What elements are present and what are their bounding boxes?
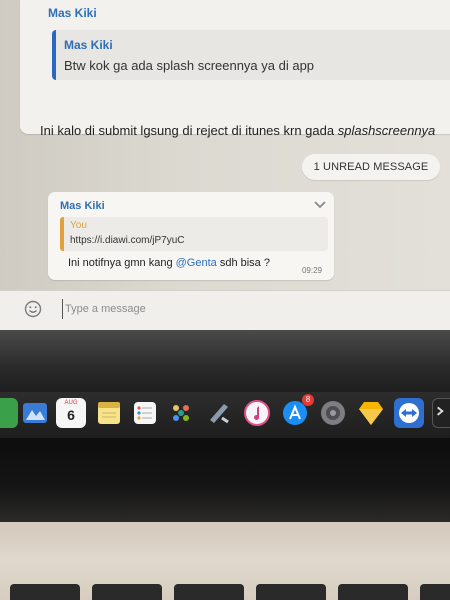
message-input[interactable] bbox=[62, 299, 402, 319]
calendar-day: 6 bbox=[67, 407, 75, 423]
message-sender[interactable]: Mas Kiki bbox=[60, 200, 105, 212]
system-preferences-icon[interactable] bbox=[318, 398, 348, 428]
message-card[interactable]: Mas Kiki You https://i.diawi.com/jP7yuC … bbox=[48, 192, 334, 280]
app-store-badge: 8 bbox=[302, 394, 314, 406]
chevron-down-icon[interactable] bbox=[312, 198, 328, 212]
xcode-icon[interactable] bbox=[204, 398, 234, 428]
keyboard-key bbox=[256, 584, 326, 600]
calendar-month: AUG bbox=[64, 400, 78, 406]
laptop-bezel bbox=[0, 438, 450, 522]
message-body-text: sdh bisa ? bbox=[216, 257, 270, 269]
unread-badge: 1 UNREAD MESSAGE bbox=[302, 154, 440, 180]
quoted-sender: You bbox=[70, 220, 87, 231]
calendar-icon[interactable]: AUG 6 bbox=[56, 398, 86, 428]
screen-bezel bbox=[0, 330, 450, 400]
quoted-sender: Mas Kiki bbox=[64, 38, 113, 52]
keyboard-key bbox=[92, 584, 162, 600]
quoted-message[interactable]: Mas Kiki Btw kok ga ada splash screennya… bbox=[52, 30, 450, 80]
terminal-icon[interactable] bbox=[432, 398, 450, 428]
dock: AUG 6 8 bbox=[0, 392, 450, 438]
image-capture-icon[interactable] bbox=[20, 398, 50, 428]
message-body: Ini kalo di submit lgsung di reject di i… bbox=[40, 123, 435, 138]
emoji-icon[interactable] bbox=[24, 300, 42, 318]
quoted-message[interactable]: You https://i.diawi.com/jP7yuC bbox=[60, 217, 328, 251]
screen: Mas Kiki Mas Kiki Btw kok ga ada splash … bbox=[0, 0, 450, 336]
keyboard-key bbox=[10, 584, 80, 600]
keyboard-key bbox=[174, 584, 244, 600]
finder-icon[interactable] bbox=[0, 398, 18, 428]
message-body-text: Ini kalo di submit lgsung di reject di i… bbox=[40, 123, 338, 138]
message-sender[interactable]: Mas Kiki bbox=[48, 6, 97, 20]
message-body-text: Ini notifnya gmn kang bbox=[68, 257, 176, 269]
keyboard-key bbox=[420, 584, 450, 600]
teamviewer-icon[interactable] bbox=[394, 398, 424, 428]
reminders-icon[interactable] bbox=[130, 398, 160, 428]
itunes-icon[interactable] bbox=[242, 398, 272, 428]
quoted-text: Btw kok ga ada splash screennya ya di ap… bbox=[64, 58, 315, 73]
notes-icon[interactable] bbox=[94, 398, 124, 428]
mention-link[interactable]: @Genta bbox=[176, 257, 217, 269]
top-message-card[interactable]: Mas Kiki Mas Kiki Btw kok ga ada splash … bbox=[20, 0, 450, 134]
chat-background: Mas Kiki Mas Kiki Btw kok ga ada splash … bbox=[0, 0, 450, 290]
message-time: 09:29 bbox=[301, 266, 322, 275]
message-body-italic: splashscreennya bbox=[337, 123, 436, 138]
keyboard-key bbox=[338, 584, 408, 600]
composer bbox=[0, 290, 450, 330]
quoted-link[interactable]: https://i.diawi.com/jP7yuC bbox=[70, 235, 185, 246]
message-body: Ini notifnya gmn kang @Genta sdh bisa ? bbox=[68, 257, 270, 269]
photos-icon[interactable] bbox=[166, 398, 196, 428]
app-store-icon[interactable]: 8 bbox=[280, 394, 314, 428]
sketch-icon[interactable] bbox=[356, 398, 386, 428]
